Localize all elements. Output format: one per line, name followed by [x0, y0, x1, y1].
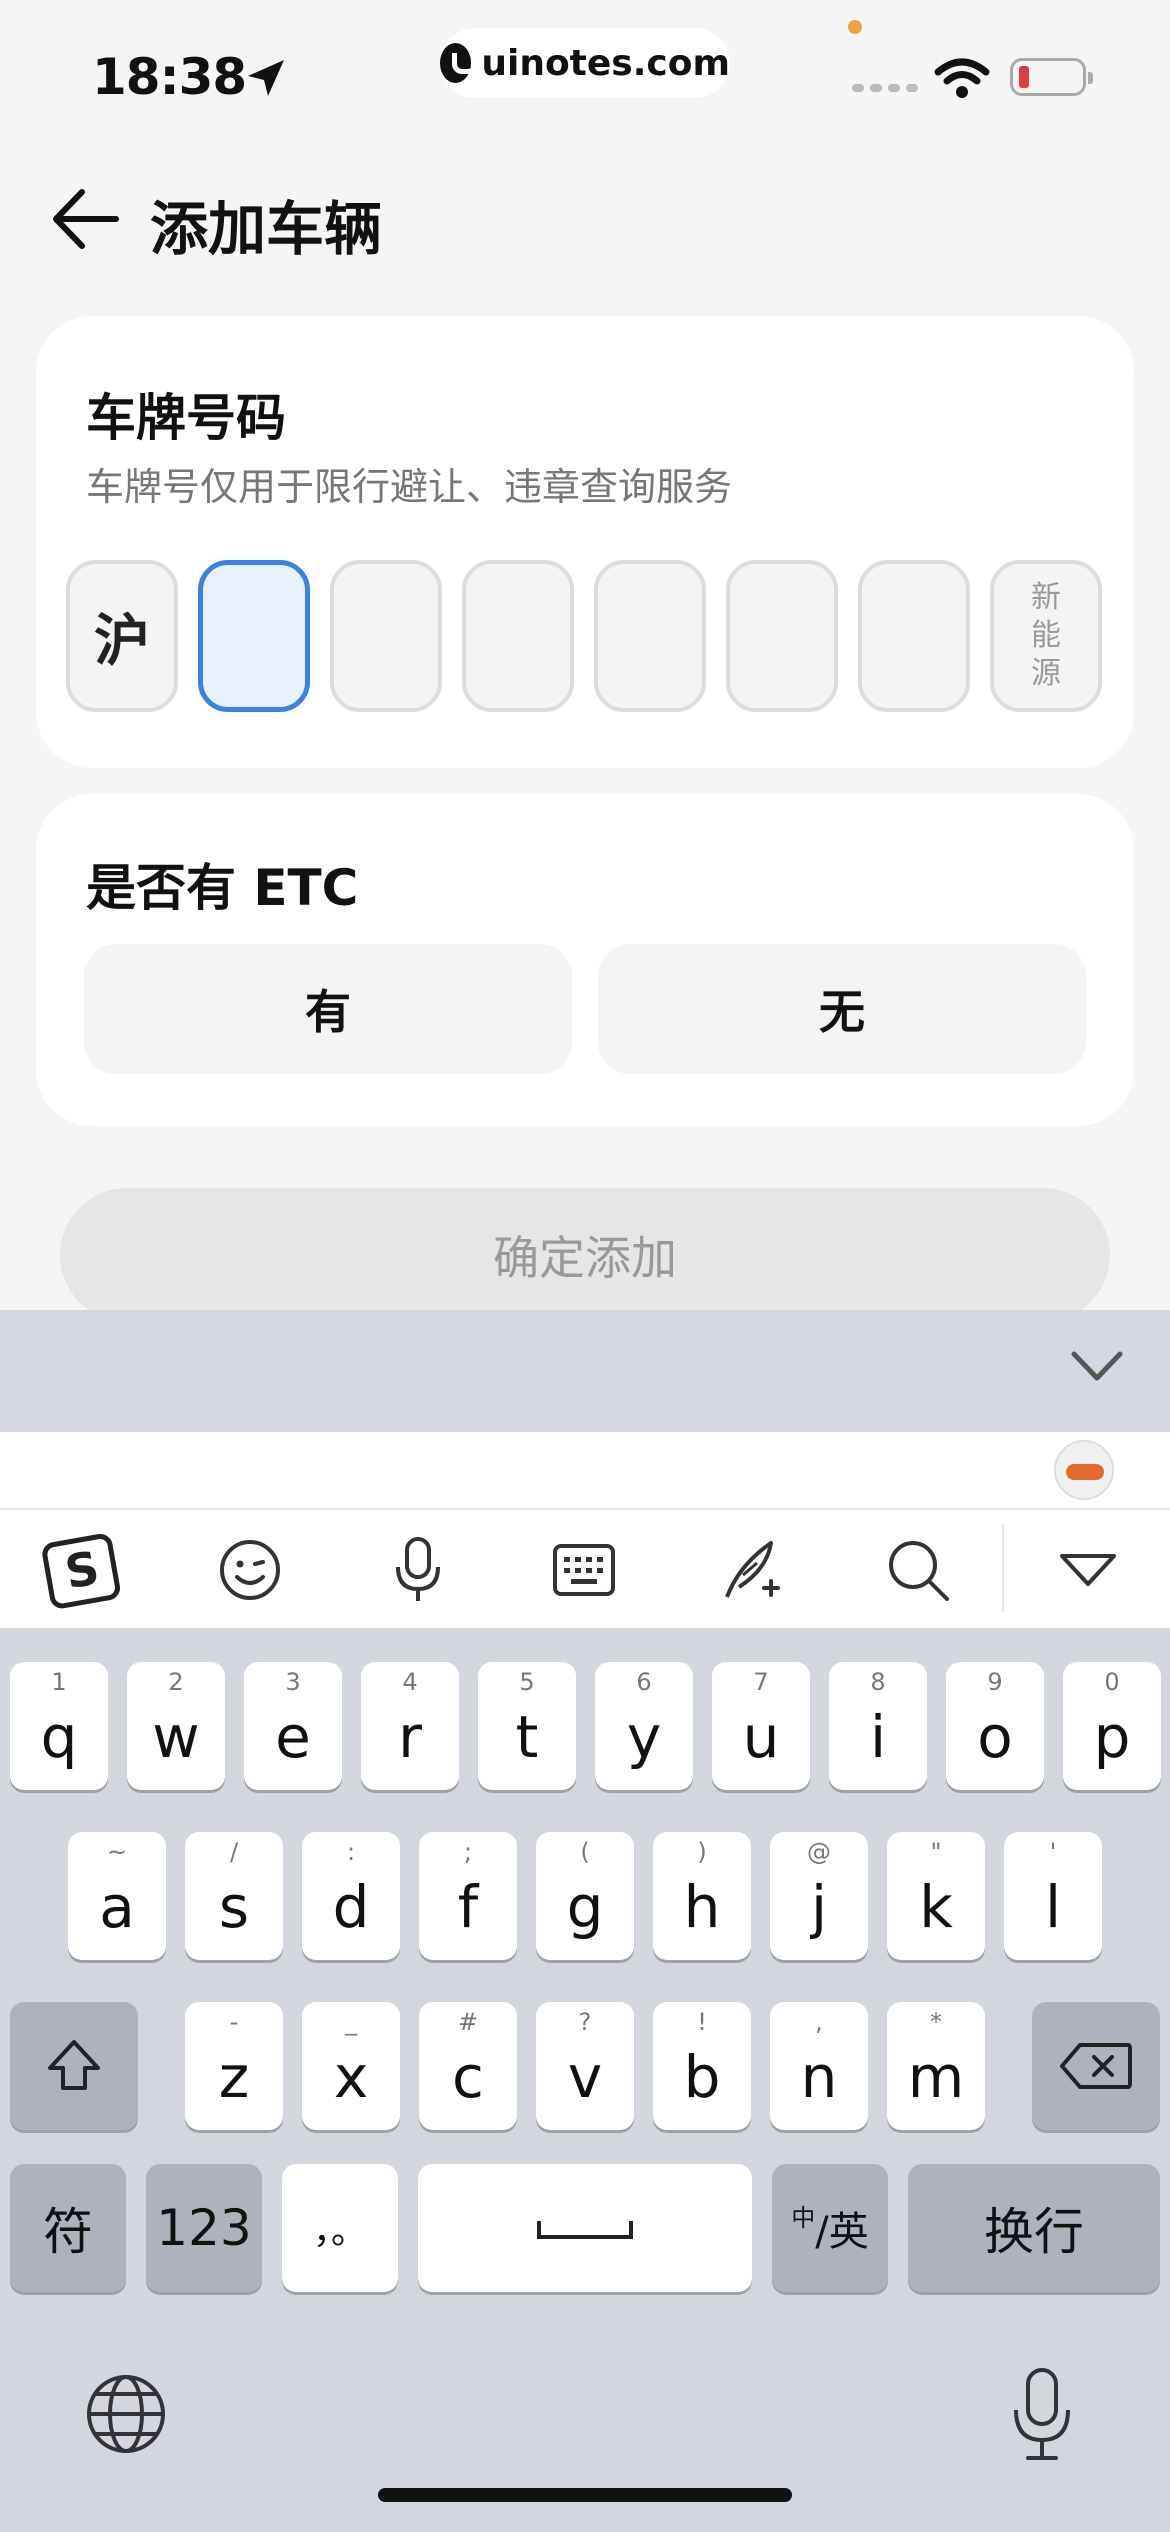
globe-icon[interactable]	[84, 2372, 168, 2456]
ime-toolbar: S	[0, 1510, 1170, 1628]
key-h[interactable]: ) h	[653, 1832, 751, 1960]
key-g[interactable]: (g	[536, 1832, 634, 1960]
key-u[interactable]: 7u	[712, 1662, 810, 1790]
location-arrow-icon	[248, 60, 284, 96]
confirm-add-button[interactable]: 确定添加	[60, 1188, 1110, 1322]
key-i[interactable]: 8i	[829, 1662, 927, 1790]
language-switch-key[interactable]: 中/英	[772, 2164, 888, 2292]
backspace-icon	[1060, 2043, 1132, 2089]
etc-options: 有 无	[84, 944, 1086, 1074]
key-y[interactable]: 6y	[595, 1662, 693, 1790]
privacy-indicator	[848, 20, 862, 34]
dictation-microphone-icon[interactable]	[1008, 2364, 1076, 2464]
plate-card-title: 车牌号码	[86, 389, 286, 447]
plate-province-slot[interactable]: 沪	[66, 560, 178, 712]
space-key[interactable]	[418, 2164, 752, 2292]
plate-card-subtitle: 车牌号仅用于限行避让、违章查询服务	[86, 465, 733, 509]
new-energy-char: 新	[1031, 580, 1061, 615]
etc-card: 是否有 ETC 有 无	[36, 794, 1134, 1126]
key-s[interactable]: / s	[185, 1832, 283, 1960]
key-v[interactable]: ? v	[536, 2002, 634, 2130]
key-r[interactable]: 4r	[361, 1662, 459, 1790]
keyboard-icon[interactable]	[542, 1528, 626, 1612]
back-arrow-icon[interactable]	[50, 186, 120, 252]
handwriting-icon[interactable]	[710, 1528, 794, 1612]
site-logo-icon	[440, 43, 479, 83]
sogou-logo-icon[interactable]: S	[40, 1528, 124, 1612]
status-time: 18:38	[92, 48, 247, 106]
plate-slot-3[interactable]	[462, 560, 574, 712]
plate-slot-6[interactable]	[858, 560, 970, 712]
keyboard-dismiss-bar	[0, 1310, 1170, 1432]
plate-slot-5[interactable]	[726, 560, 838, 712]
status-bar: 18:38 uinotes.com	[0, 0, 1170, 140]
key-k[interactable]: " k	[887, 1832, 985, 1960]
shift-icon	[48, 2040, 100, 2090]
key-z[interactable]: -z	[185, 2002, 283, 2130]
plate-number-card: 车牌号码 车牌号仅用于限行避让、违章查询服务 沪 新 能 源	[36, 316, 1134, 768]
plate-input-row: 沪 新 能 源	[66, 560, 1102, 712]
search-icon[interactable]	[876, 1528, 960, 1612]
key-d[interactable]: :d	[302, 1832, 400, 1960]
backspace-key[interactable]	[1032, 2002, 1160, 2130]
toolbar-divider	[1002, 1524, 1004, 1612]
key-w[interactable]: 2w	[127, 1662, 225, 1790]
key-q[interactable]: 1q	[10, 1662, 108, 1790]
numbers-key[interactable]: 123	[146, 2164, 262, 2292]
shift-key[interactable]	[10, 2002, 138, 2130]
key-t[interactable]: 5t	[478, 1662, 576, 1790]
symbols-key[interactable]: 符	[10, 2164, 126, 2292]
collapse-triangle-icon[interactable]	[1046, 1528, 1130, 1612]
key-f[interactable]: ; f	[419, 1832, 517, 1960]
candidate-bar	[0, 1432, 1170, 1510]
signal-dots	[852, 84, 918, 92]
key-a[interactable]: ~ a	[68, 1832, 166, 1960]
mascot-icon[interactable]	[1054, 1440, 1114, 1500]
punctuation-key[interactable]: ，。	[282, 2164, 398, 2292]
key-x[interactable]: _ x	[302, 2002, 400, 2130]
key-p[interactable]: 0p	[1063, 1662, 1161, 1790]
new-energy-char: 源	[1031, 656, 1061, 691]
key-l[interactable]: ' l	[1004, 1832, 1102, 1960]
return-key[interactable]: 换行	[908, 2164, 1160, 2292]
battery-icon	[1010, 58, 1093, 96]
emoji-icon[interactable]	[208, 1528, 292, 1612]
home-indicator[interactable]	[378, 2488, 792, 2502]
key-b[interactable]: ! b	[653, 2002, 751, 2130]
plate-slot-2[interactable]	[330, 560, 442, 712]
chevron-down-icon[interactable]	[1070, 1346, 1124, 1386]
page-title: 添加车辆	[150, 195, 383, 263]
keyboard: 1q 2w 3e 4r 5t 6y 7u 8i 9o 0p ~ a / s :d ;…	[0, 1628, 1170, 2532]
key-o[interactable]: 9o	[946, 1662, 1044, 1790]
plate-slot-1[interactable]	[198, 560, 310, 712]
key-j[interactable]: @ j	[770, 1832, 868, 1960]
url-text: uinotes.com	[481, 42, 730, 84]
new-energy-char: 能	[1031, 618, 1061, 653]
plate-slot-4[interactable]	[594, 560, 706, 712]
key-n[interactable]: ,n	[770, 2002, 868, 2130]
etc-card-title: 是否有 ETC	[86, 859, 359, 917]
url-pill[interactable]: uinotes.com	[440, 28, 730, 98]
key-e[interactable]: 3e	[244, 1662, 342, 1790]
wifi-icon	[934, 58, 990, 98]
key-c[interactable]: # c	[419, 2002, 517, 2130]
etc-no-button[interactable]: 无	[598, 944, 1086, 1074]
etc-yes-button[interactable]: 有	[84, 944, 572, 1074]
plate-new-energy-slot[interactable]: 新 能 源	[990, 560, 1102, 712]
microphone-icon[interactable]	[376, 1528, 460, 1612]
key-m[interactable]: * m	[887, 2002, 985, 2130]
